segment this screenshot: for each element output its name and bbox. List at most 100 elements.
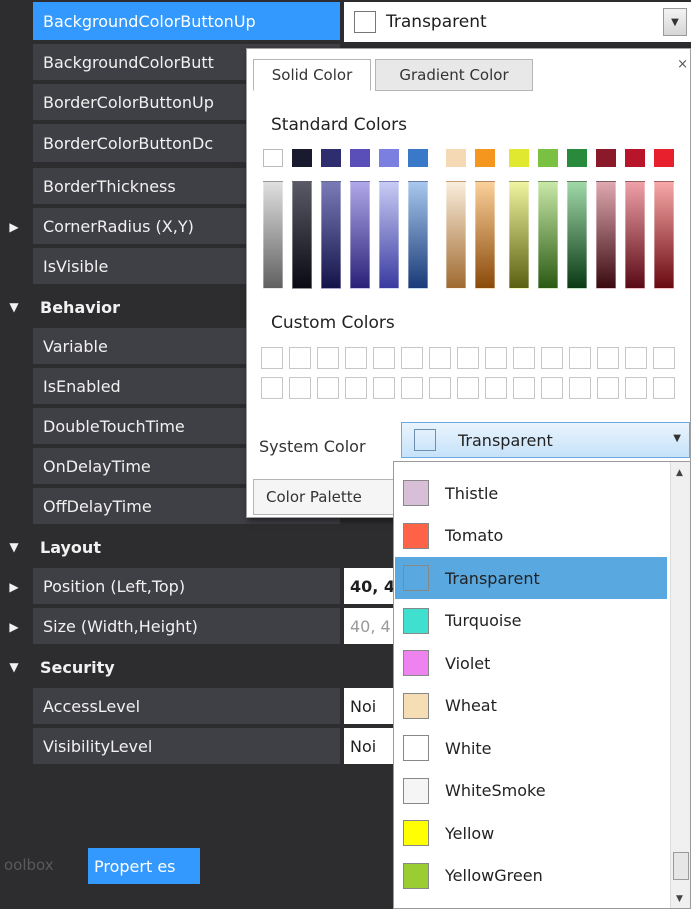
tab-toolbox[interactable]: oolbox — [0, 850, 58, 880]
custom-color-cell[interactable] — [457, 377, 479, 399]
background-color-value-combo[interactable]: Transparent ▼ — [344, 2, 691, 42]
color-shade-column[interactable] — [446, 181, 466, 289]
color-swatch — [403, 522, 429, 549]
custom-color-cell[interactable] — [653, 377, 675, 399]
color-palette-button[interactable]: Color Palette — [253, 479, 401, 515]
standard-color-swatch[interactable] — [509, 149, 529, 167]
scroll-up-icon[interactable]: ▲ — [676, 468, 683, 478]
custom-color-cell[interactable] — [345, 377, 367, 399]
color-shade-column[interactable] — [408, 181, 428, 289]
color-list-item[interactable]: YellowGreen — [395, 855, 667, 897]
color-list-item[interactable]: Transparent — [395, 557, 667, 599]
custom-color-cell[interactable] — [317, 377, 339, 399]
property-name[interactable]: AccessLevel — [33, 688, 340, 724]
system-color-swatch — [414, 429, 436, 451]
custom-color-cell[interactable] — [597, 377, 619, 399]
standard-color-swatch[interactable] — [625, 149, 645, 167]
expand-arrow-icon[interactable]: ▶ — [0, 568, 28, 606]
color-list-item[interactable]: Yellow — [395, 812, 667, 854]
color-shade-column[interactable] — [263, 181, 283, 289]
category-label: Security — [40, 657, 115, 677]
custom-color-cell[interactable] — [289, 347, 311, 369]
standard-color-swatch[interactable] — [567, 149, 587, 167]
standard-color-swatch[interactable] — [596, 149, 616, 167]
custom-color-cell[interactable] — [625, 377, 647, 399]
standard-color-swatch[interactable] — [654, 149, 674, 167]
close-icon[interactable]: × — [677, 57, 688, 72]
custom-color-cell[interactable] — [401, 377, 423, 399]
color-shade-column[interactable] — [567, 181, 587, 289]
color-list-item[interactable]: Violet — [395, 642, 667, 684]
custom-color-cell[interactable] — [513, 377, 535, 399]
custom-color-cell[interactable] — [429, 347, 451, 369]
dropdown-arrow-icon[interactable]: ▼ — [663, 8, 687, 36]
tab-solid-color[interactable]: Solid Color — [253, 59, 371, 91]
custom-color-cell[interactable] — [625, 347, 647, 369]
color-list-item[interactable]: Wheat — [395, 685, 667, 727]
collapse-arrow-icon[interactable]: ▼ — [0, 528, 28, 566]
custom-color-cell[interactable] — [485, 347, 507, 369]
custom-color-cell[interactable] — [569, 377, 591, 399]
standard-color-swatch[interactable] — [263, 149, 283, 167]
custom-color-cell[interactable] — [373, 347, 395, 369]
custom-color-cell[interactable] — [513, 347, 535, 369]
tab-properties[interactable]: Propert es — [88, 848, 200, 884]
custom-color-cell[interactable] — [597, 347, 619, 369]
color-swatch — [403, 820, 429, 846]
custom-color-cell[interactable] — [345, 347, 367, 369]
scroll-down-icon[interactable]: ▼ — [676, 894, 683, 904]
custom-color-cell[interactable] — [485, 377, 507, 399]
color-shade-column[interactable] — [292, 181, 312, 289]
color-picker-popup: Solid Color Gradient Color × Standard Co… — [246, 48, 691, 518]
standard-color-swatch[interactable] — [408, 149, 428, 167]
standard-color-swatch[interactable] — [446, 149, 466, 167]
color-shade-column[interactable] — [654, 181, 674, 289]
property-name[interactable]: BackgroundColorButtonUp — [33, 2, 340, 40]
color-swatch — [403, 735, 429, 761]
custom-color-cell[interactable] — [541, 377, 563, 399]
collapse-arrow-icon[interactable]: ▼ — [0, 288, 28, 326]
custom-color-cell[interactable] — [653, 347, 675, 369]
custom-color-cell[interactable] — [261, 347, 283, 369]
chevron-down-icon[interactable]: ▼ — [673, 433, 681, 444]
standard-color-swatch[interactable] — [321, 149, 341, 167]
color-list-item[interactable]: Turquoise — [395, 600, 667, 642]
standard-color-swatch[interactable] — [292, 149, 312, 167]
color-shade-column[interactable] — [475, 181, 495, 289]
custom-color-cell[interactable] — [457, 347, 479, 369]
scroll-thumb[interactable] — [673, 852, 689, 880]
expand-arrow-icon[interactable]: ▶ — [0, 608, 28, 646]
color-shade-column[interactable] — [321, 181, 341, 289]
custom-color-cell[interactable] — [429, 377, 451, 399]
color-shade-column[interactable] — [538, 181, 558, 289]
color-list-item[interactable]: White — [395, 727, 667, 769]
color-shade-column[interactable] — [350, 181, 370, 289]
color-list-item[interactable]: Thistle — [395, 472, 667, 514]
custom-color-cell[interactable] — [401, 347, 423, 369]
color-shade-column[interactable] — [509, 181, 529, 289]
system-color-combo[interactable]: Transparent ▼ — [401, 422, 690, 458]
standard-color-swatch[interactable] — [475, 149, 495, 167]
property-name[interactable]: Position (Left,Top) — [33, 568, 340, 604]
custom-color-cell[interactable] — [541, 347, 563, 369]
color-list-item[interactable]: WhiteSmoke — [395, 770, 667, 812]
custom-color-cell[interactable] — [317, 347, 339, 369]
color-shade-column[interactable] — [379, 181, 399, 289]
color-list-item[interactable]: Tomato — [395, 515, 667, 557]
expand-arrow-icon[interactable]: ▶ — [0, 208, 28, 246]
value-text: Transparent — [386, 12, 487, 32]
color-shade-column[interactable] — [625, 181, 645, 289]
collapse-arrow-icon[interactable]: ▼ — [0, 648, 28, 686]
custom-color-cell[interactable] — [289, 377, 311, 399]
custom-color-cell[interactable] — [261, 377, 283, 399]
property-name[interactable]: VisibilityLevel — [33, 728, 340, 764]
standard-color-swatch[interactable] — [350, 149, 370, 167]
standard-color-swatch[interactable] — [538, 149, 558, 167]
custom-color-cell[interactable] — [569, 347, 591, 369]
standard-color-swatch[interactable] — [379, 149, 399, 167]
dropdown-scrollbar[interactable]: ▲ ▼ — [670, 462, 690, 908]
tab-gradient-color[interactable]: Gradient Color — [375, 59, 533, 91]
property-name[interactable]: Size (Width,Height) — [33, 608, 340, 644]
custom-color-cell[interactable] — [373, 377, 395, 399]
color-shade-column[interactable] — [596, 181, 616, 289]
